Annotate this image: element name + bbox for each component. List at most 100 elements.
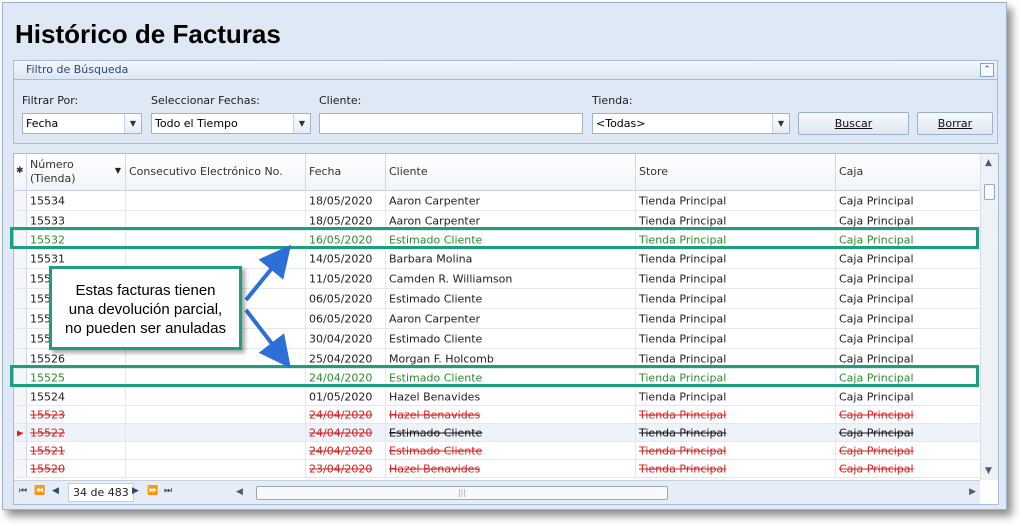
cell-caja[interactable]: Caja Principal (836, 460, 980, 477)
column-header-consecutivo[interactable]: Consecutivo Electrónico No. (126, 154, 306, 191)
next-page-icon[interactable]: ⏩ (147, 486, 158, 496)
cell-consecutivo[interactable] (126, 191, 306, 210)
client-input[interactable] (319, 113, 583, 134)
cell-cliente[interactable]: Camden R. Williamson (386, 269, 636, 288)
table-row[interactable]: 15524 01/05/2020 Hazel Benavides Tienda Pri… (14, 388, 980, 406)
cell-numero[interactable]: 15525 (27, 369, 126, 387)
cell-fecha[interactable]: 25/04/2020 (306, 349, 386, 368)
cell-store[interactable]: Tienda Principal (636, 250, 836, 268)
cell-store[interactable]: Tienda Principal (636, 211, 836, 230)
cell-store[interactable]: Tienda Principal (636, 231, 836, 249)
cell-caja[interactable]: Caja Principal (836, 349, 980, 368)
table-row[interactable]: 15532 16/05/2020 Estimado Cliente Tienda Pr… (14, 231, 980, 250)
next-record-icon[interactable]: ▶ (132, 486, 139, 496)
cell-caja[interactable]: Caja Principal (836, 191, 980, 210)
vertical-scrollbar[interactable]: ▲ ▼ (980, 154, 998, 480)
cell-consecutivo[interactable] (126, 442, 306, 459)
cell-caja[interactable]: Caja Principal (836, 406, 980, 423)
cell-consecutivo[interactable] (126, 349, 306, 368)
column-header-caja[interactable]: Caja (836, 154, 980, 191)
cell-store[interactable]: Tienda Principal (636, 349, 836, 368)
cell-caja[interactable]: Caja Principal (836, 269, 980, 288)
cell-cliente[interactable]: Hazel Benavides (386, 406, 636, 423)
cell-store[interactable]: Tienda Principal (636, 460, 836, 477)
cell-numero[interactable]: 15534 (27, 191, 126, 210)
cell-fecha[interactable]: 11/05/2020 (306, 269, 386, 288)
chevron-down-icon[interactable]: ▼ (772, 114, 789, 133)
cell-consecutivo[interactable] (126, 406, 306, 423)
cell-store[interactable]: Tienda Principal (636, 388, 836, 405)
scroll-right-icon[interactable]: ▶ (969, 487, 976, 497)
cell-consecutivo[interactable] (126, 231, 306, 249)
cell-fecha[interactable]: 06/05/2020 (306, 289, 386, 308)
cell-caja[interactable]: Caja Principal (836, 424, 980, 441)
row-indicator[interactable] (14, 191, 27, 210)
collapse-icon[interactable]: ⌃ (980, 63, 994, 77)
cell-fecha[interactable]: 24/04/2020 (306, 442, 386, 459)
row-indicator[interactable] (14, 309, 27, 328)
cell-cliente[interactable]: Aaron Carpenter (386, 191, 636, 210)
cell-numero[interactable]: 15533 (27, 211, 126, 230)
cell-caja[interactable]: Caja Principal (836, 388, 980, 405)
cell-numero[interactable]: 15523 (27, 406, 126, 423)
row-indicator[interactable] (14, 289, 27, 308)
column-header-fecha[interactable]: Fecha (306, 154, 386, 191)
column-header-store[interactable]: Store (636, 154, 836, 191)
row-indicator[interactable] (14, 460, 27, 477)
scroll-down-icon[interactable]: ▼ (985, 466, 992, 476)
store-combo[interactable]: <Todas> ▼ (592, 113, 790, 134)
horizontal-scrollbar[interactable]: ◀ ||| ▶ (236, 486, 976, 500)
cell-fecha[interactable]: 18/05/2020 (306, 211, 386, 230)
column-header-numero[interactable]: Número (Tienda) ▼ (27, 154, 126, 191)
cell-fecha[interactable]: 24/04/2020 (306, 424, 386, 441)
previous-record-icon[interactable]: ◀ (52, 486, 59, 496)
cell-cliente[interactable]: Morgan F. Holcomb (386, 349, 636, 368)
cell-cliente[interactable]: Barbara Molina (386, 250, 636, 268)
cell-store[interactable]: Tienda Principal (636, 191, 836, 210)
cell-fecha[interactable]: 06/05/2020 (306, 309, 386, 328)
cell-store[interactable]: Tienda Principal (636, 289, 836, 308)
cell-caja[interactable]: Caja Principal (836, 231, 980, 249)
cell-cliente[interactable]: Aaron Carpenter (386, 309, 636, 328)
cell-consecutivo[interactable] (126, 388, 306, 405)
search-button[interactable]: Buscar (798, 112, 909, 135)
row-indicator[interactable] (14, 369, 27, 387)
table-row[interactable]: 15523 24/04/2020 Hazel Benavides Tienda Pri… (14, 406, 980, 424)
cell-numero[interactable]: 15521 (27, 442, 126, 459)
cell-caja[interactable]: Caja Principal (836, 329, 980, 348)
cell-cliente[interactable]: Estimado Cliente (386, 369, 636, 387)
chevron-down-icon[interactable]: ▼ (124, 114, 141, 133)
clear-button[interactable]: Borrar (917, 112, 993, 135)
row-indicator[interactable] (14, 329, 27, 348)
table-row[interactable]: 15534 18/05/2020 Aaron Carpenter Tienda Pri… (14, 191, 980, 211)
scroll-thumb[interactable] (984, 184, 995, 200)
cell-fecha[interactable]: 18/05/2020 (306, 191, 386, 210)
row-indicator[interactable] (14, 388, 27, 405)
table-row[interactable]: 15521 24/04/2020 Estimado Cliente Tienda Pr… (14, 442, 980, 460)
row-indicator[interactable] (14, 269, 27, 288)
chevron-down-icon[interactable]: ▼ (293, 114, 310, 133)
cell-fecha[interactable]: 01/05/2020 (306, 388, 386, 405)
horizontal-scroll-thumb[interactable]: ||| (256, 486, 668, 500)
scroll-up-icon[interactable]: ▲ (985, 158, 992, 168)
cell-consecutivo[interactable] (126, 211, 306, 230)
cell-cliente[interactable]: Estimado Cliente (386, 442, 636, 459)
cell-cliente[interactable]: Aaron Carpenter (386, 211, 636, 230)
row-indicator[interactable] (14, 211, 27, 230)
cell-store[interactable]: Tienda Principal (636, 424, 836, 441)
cell-caja[interactable]: Caja Principal (836, 211, 980, 230)
first-record-icon[interactable]: ⏮ (19, 486, 27, 496)
row-indicator[interactable] (14, 231, 27, 249)
table-row[interactable]: 15533 18/05/2020 Aaron Carpenter Tienda Pri… (14, 211, 980, 231)
cell-numero[interactable]: 15520 (27, 460, 126, 477)
cell-fecha[interactable]: 24/04/2020 (306, 406, 386, 423)
cell-consecutivo[interactable] (126, 460, 306, 477)
cell-fecha[interactable]: 23/04/2020 (306, 460, 386, 477)
cell-numero[interactable]: 15532 (27, 231, 126, 249)
previous-page-icon[interactable]: ⏪ (34, 486, 45, 496)
sort-descending-icon[interactable]: ▼ (115, 166, 121, 175)
row-indicator[interactable] (14, 250, 27, 268)
cell-store[interactable]: Tienda Principal (636, 269, 836, 288)
row-indicator[interactable] (14, 442, 27, 459)
cell-store[interactable]: Tienda Principal (636, 329, 836, 348)
